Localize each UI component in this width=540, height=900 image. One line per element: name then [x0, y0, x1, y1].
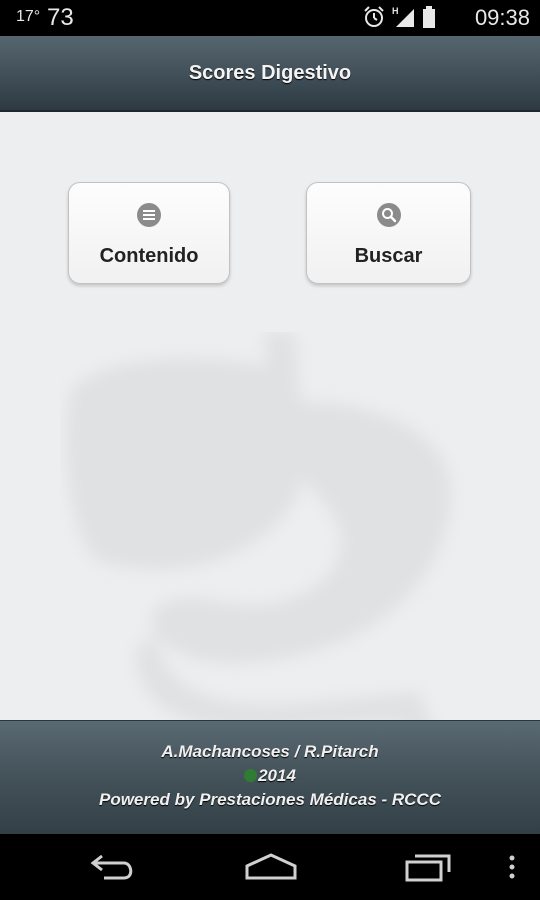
authors-text: A.Machancoses / R.Pitarch: [161, 742, 379, 761]
temperature-text: 17°: [16, 8, 41, 25]
signal-value-text: 73: [47, 4, 74, 31]
recent-apps-icon[interactable]: [403, 850, 455, 889]
alarm-icon: [362, 5, 386, 34]
clock-text: 09:38: [474, 5, 530, 30]
copyright-icon: [244, 769, 258, 782]
contenido-label: Contenido: [99, 245, 199, 267]
list-icon: [69, 202, 229, 228]
svg-text:H: H: [392, 6, 399, 16]
copyright-line: 2014: [0, 766, 540, 786]
main-content: Contenido Buscar: [0, 112, 540, 720]
contenido-button[interactable]: Contenido: [68, 182, 230, 284]
system-icons: H: [362, 5, 436, 34]
app-header: Scores Digestivo: [0, 36, 540, 112]
page-title: Scores Digestivo: [188, 62, 352, 84]
buscar-button[interactable]: Buscar: [306, 182, 471, 284]
signal-icon: H: [392, 5, 416, 34]
home-icon[interactable]: [243, 850, 299, 889]
battery-icon: [422, 5, 436, 34]
buscar-label: Buscar: [354, 245, 423, 267]
status-bar: 17° 73 H 09:38: [0, 0, 540, 36]
navigation-bar: [0, 834, 540, 900]
back-icon[interactable]: [88, 850, 138, 889]
footer: A.Machancoses / R.Pitarch 2014 Powered b…: [0, 720, 540, 835]
stomach-watermark-image: [60, 332, 470, 720]
year-text: 2014: [258, 766, 296, 785]
powered-by-text: Powered by Prestaciones Médicas - RCCC: [98, 790, 441, 809]
menu-icon[interactable]: [506, 850, 518, 889]
search-icon: [307, 202, 470, 228]
